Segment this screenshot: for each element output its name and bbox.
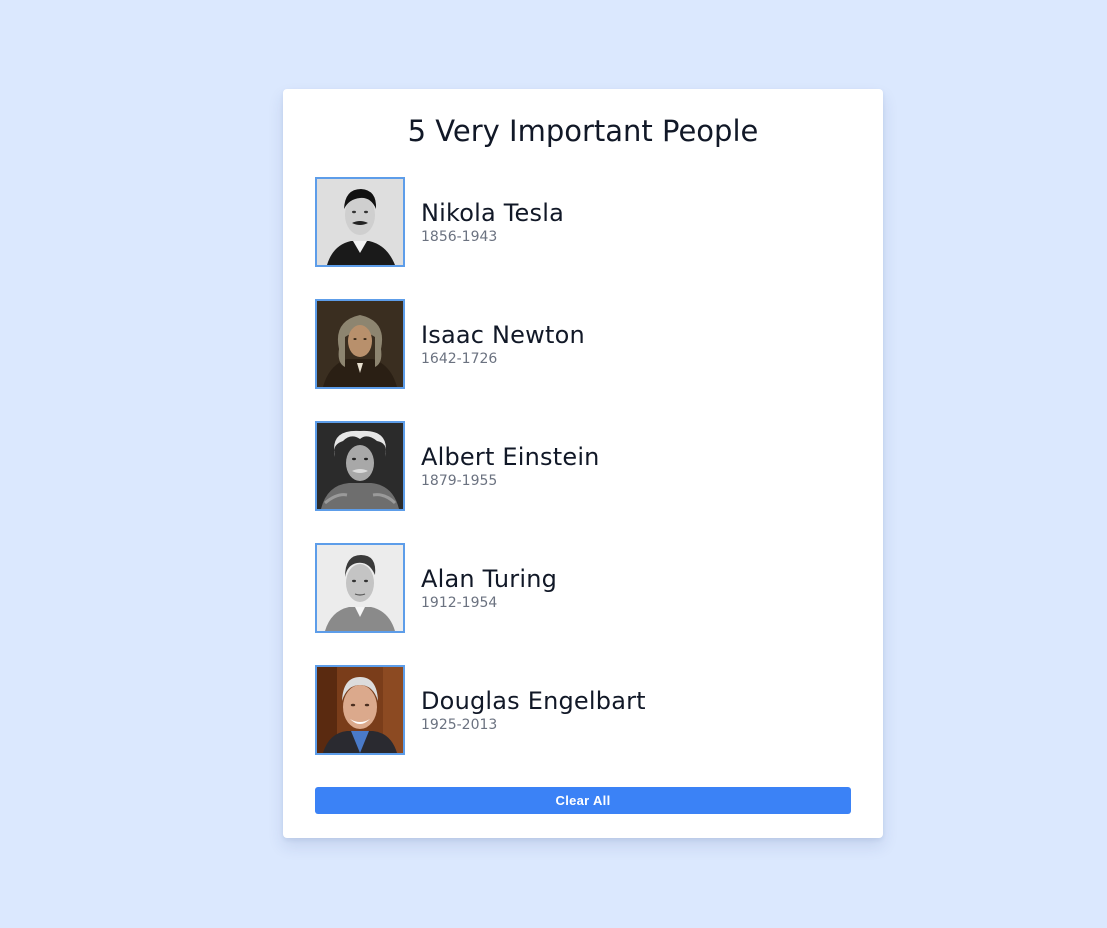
page-title: 5 Very Important People [407,114,759,148]
person-name: Isaac Newton [421,321,585,349]
person-info: Albert Einstein 1879-1955 [421,442,600,490]
person-years: 1879-1955 [421,473,498,489]
list-item: Albert Einstein 1879-1955 [315,421,851,511]
clear-all-button[interactable]: Clear All [315,787,851,814]
avatar [315,177,405,267]
person-years: 1856-1943 [421,229,498,245]
list-item: Alan Turing 1912-1954 [315,543,851,633]
person-info: Nikola Tesla 1856-1943 [421,198,564,246]
portrait-photo-icon [317,667,403,753]
people-list: Nikola Tesla 1856-1943 Isaac Newton 1642… [315,177,851,787]
person-years: 1912-1954 [421,595,498,611]
portrait-photo-icon [317,179,403,265]
avatar [315,665,405,755]
portrait-photo-icon [317,545,403,631]
avatar [315,421,405,511]
list-item: Isaac Newton 1642-1726 [315,299,851,389]
list-item: Douglas Engelbart 1925-2013 [315,665,851,755]
person-name: Nikola Tesla [421,199,564,227]
person-name: Douglas Engelbart [421,687,646,715]
avatar [315,299,405,389]
person-info: Alan Turing 1912-1954 [421,564,557,612]
avatar [315,543,405,633]
person-info: Isaac Newton 1642-1726 [421,320,585,368]
portrait-photo-icon [317,423,403,509]
people-card: 5 Very Important People Nikola Tesla 185… [283,89,883,838]
list-item: Nikola Tesla 1856-1943 [315,177,851,267]
person-name: Alan Turing [421,565,558,593]
person-years: 1642-1726 [421,351,498,367]
person-info: Douglas Engelbart 1925-2013 [421,686,646,734]
person-name: Albert Einstein [421,443,600,471]
person-years: 1925-2013 [421,717,498,733]
portrait-photo-icon [317,301,403,387]
